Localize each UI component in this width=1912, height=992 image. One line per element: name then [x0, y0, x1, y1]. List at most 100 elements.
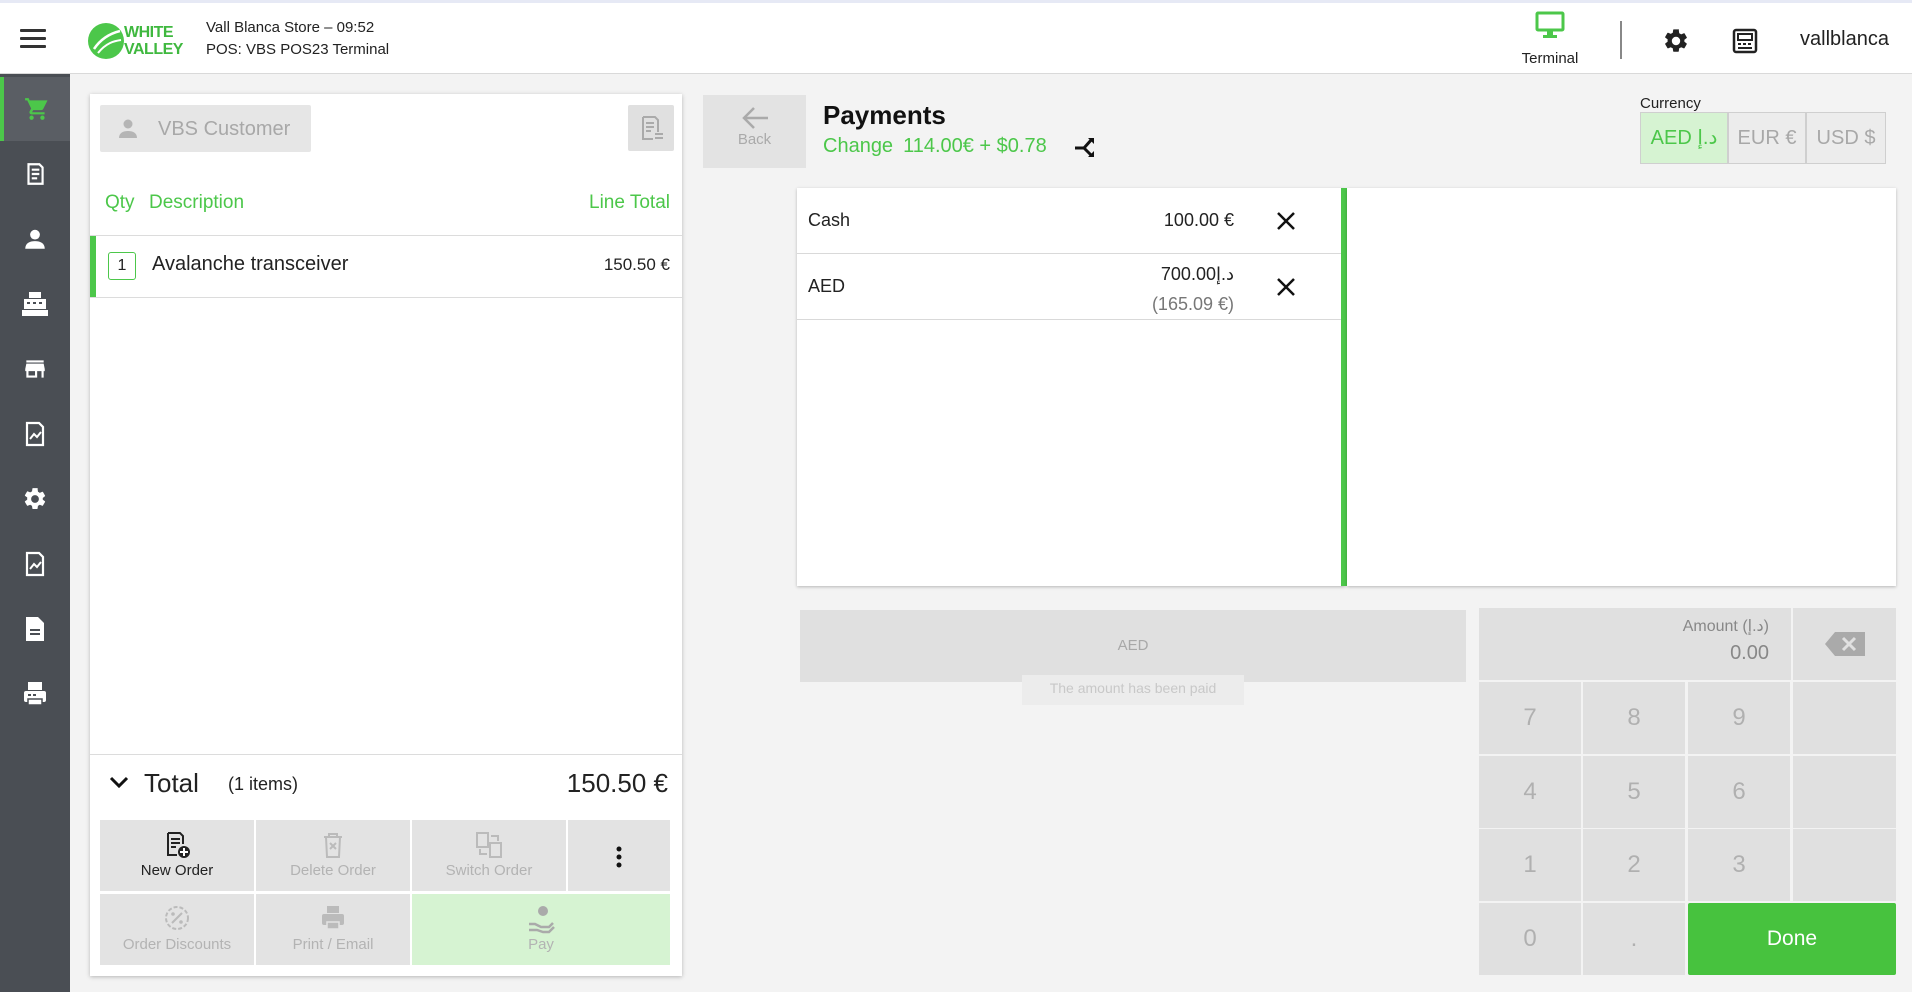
customer-name: VBS Customer	[158, 118, 291, 140]
sidebar-item-customers[interactable]	[0, 207, 70, 271]
divider	[90, 297, 682, 298]
sidebar-item-store[interactable]	[0, 337, 70, 401]
backspace-icon	[1824, 632, 1865, 656]
switch-icon	[476, 832, 502, 858]
payment-converted-amount: (165.09 €)	[1151, 294, 1234, 314]
printer-icon	[24, 682, 46, 706]
total-row[interactable]: Total (1 items) 150.50 €	[90, 754, 682, 814]
back-button[interactable]: Back	[703, 95, 806, 168]
print-email-button[interactable]: Print / Email	[256, 894, 410, 965]
page-title: Payments	[823, 100, 946, 130]
receipt-button[interactable]	[628, 105, 674, 151]
sidebar-item-receipts[interactable]	[0, 142, 70, 206]
key-2[interactable]: 2	[1583, 829, 1685, 901]
chevron-down-icon[interactable]	[108, 774, 130, 790]
key-decimal[interactable]: .	[1583, 903, 1685, 975]
report-icon	[25, 421, 45, 447]
back-label: Back	[737, 131, 772, 148]
pos-line: POS: VBS POS23 Terminal	[206, 41, 390, 58]
currency-label: Currency	[1640, 95, 1701, 112]
logo-mark	[88, 23, 124, 59]
store-line: Vall Blanca Store – 09:52	[206, 19, 375, 36]
key-8[interactable]: 8	[1583, 682, 1685, 754]
key-3[interactable]: 3	[1688, 829, 1790, 901]
close-icon[interactable]	[1275, 276, 1297, 298]
user-icon	[119, 119, 137, 138]
change-label: Change	[823, 135, 894, 157]
key-blank[interactable]	[1793, 829, 1896, 901]
payment-detail-panel	[1347, 188, 1896, 586]
sidebar-item-registers[interactable]	[0, 272, 70, 336]
pay-hand-icon	[529, 906, 555, 934]
sidebar-item-settings[interactable]	[0, 467, 70, 531]
close-icon[interactable]	[1275, 210, 1297, 232]
logo-line2: VALLEY	[124, 41, 183, 58]
trash-icon	[324, 833, 342, 858]
customer-button[interactable]: VBS Customer	[100, 105, 311, 152]
payment-list: Cash 100.00 € AED 700.00د.إ (165.09 €)	[797, 188, 1345, 586]
column-qty: Qty	[105, 192, 135, 213]
key-7[interactable]: 7	[1479, 682, 1581, 754]
key-blank[interactable]	[1793, 756, 1896, 828]
logo-line1: WHITE	[124, 24, 174, 41]
cash-register-icon[interactable]	[1731, 27, 1759, 55]
delete-order-button[interactable]: Delete Order	[256, 820, 410, 891]
order-line[interactable]: 1 Avalanche transceiver 150.50 €	[90, 236, 682, 297]
sidebar-item-analytics[interactable]	[0, 532, 70, 596]
print-email-label: Print / Email	[292, 936, 374, 953]
pay-button[interactable]: Pay	[412, 894, 670, 965]
report-icon	[25, 551, 45, 577]
payment-name: AED	[808, 276, 846, 296]
terminal-button[interactable]: Terminal	[1510, 11, 1590, 71]
key-6[interactable]: 6	[1688, 756, 1790, 828]
line-qty[interactable]: 1	[108, 252, 136, 280]
divider	[1620, 21, 1622, 59]
key-0[interactable]: 0	[1479, 903, 1581, 975]
column-line-total: Line Total	[589, 192, 670, 213]
key-4[interactable]: 4	[1479, 756, 1581, 828]
payment-method-button[interactable]: AED	[800, 610, 1466, 682]
key-9[interactable]: 9	[1688, 682, 1790, 754]
brand-logo: WHITE VALLEY	[88, 21, 188, 61]
logo-text: WHITE VALLEY	[124, 24, 183, 58]
payment-name: Cash	[808, 210, 851, 230]
terminal-label: Terminal	[1521, 50, 1579, 67]
payment-row[interactable]: AED 700.00د.إ (165.09 €)	[797, 254, 1345, 320]
amount-display: Amount (د.إ) 0.00	[1479, 608, 1791, 680]
more-button[interactable]	[568, 820, 670, 891]
backspace-button[interactable]	[1793, 608, 1896, 680]
top-bar: WHITE VALLEY Vall Blanca Store – 09:52 P…	[0, 0, 1912, 74]
sidebar-item-printer[interactable]	[0, 662, 70, 726]
username[interactable]: vallblanca	[1800, 28, 1889, 51]
arrow-left-icon	[741, 107, 768, 129]
gear-icon[interactable]	[1662, 27, 1690, 55]
sidebar-item-documents[interactable]	[0, 597, 70, 661]
key-5[interactable]: 5	[1583, 756, 1685, 828]
menu-icon[interactable]	[20, 29, 46, 49]
amount-value: 0.00	[1730, 642, 1769, 664]
sidebar-item-sales[interactable]	[0, 77, 70, 141]
user-icon	[25, 229, 45, 249]
payment-row[interactable]: Cash 100.00 €	[797, 188, 1345, 254]
more-vertical-icon	[616, 846, 622, 868]
switch-order-button[interactable]: Switch Order	[412, 820, 566, 891]
new-order-icon	[167, 832, 190, 858]
pay-label: Pay	[528, 936, 554, 953]
new-order-label: New Order	[140, 862, 214, 879]
split-icon[interactable]	[1073, 134, 1099, 160]
currency-eur-button[interactable]: EUR €	[1728, 112, 1806, 164]
sidebar-item-reports[interactable]	[0, 402, 70, 466]
line-description: Avalanche transceiver	[152, 253, 349, 275]
store-icon	[25, 360, 45, 378]
column-description: Description	[149, 192, 245, 213]
key-1[interactable]: 1	[1479, 829, 1581, 901]
gear-icon	[24, 488, 46, 509]
monitor-icon	[1535, 11, 1565, 38]
new-order-button[interactable]: New Order	[100, 820, 254, 891]
order-panel: VBS Customer Qty Description Line Total …	[90, 94, 682, 976]
key-blank[interactable]	[1793, 682, 1896, 754]
order-discounts-button[interactable]: Order Discounts	[100, 894, 254, 965]
currency-aed-button[interactable]: AED د.إ	[1640, 112, 1728, 164]
done-button[interactable]: Done	[1688, 903, 1896, 975]
currency-usd-button[interactable]: USD $	[1806, 112, 1886, 164]
